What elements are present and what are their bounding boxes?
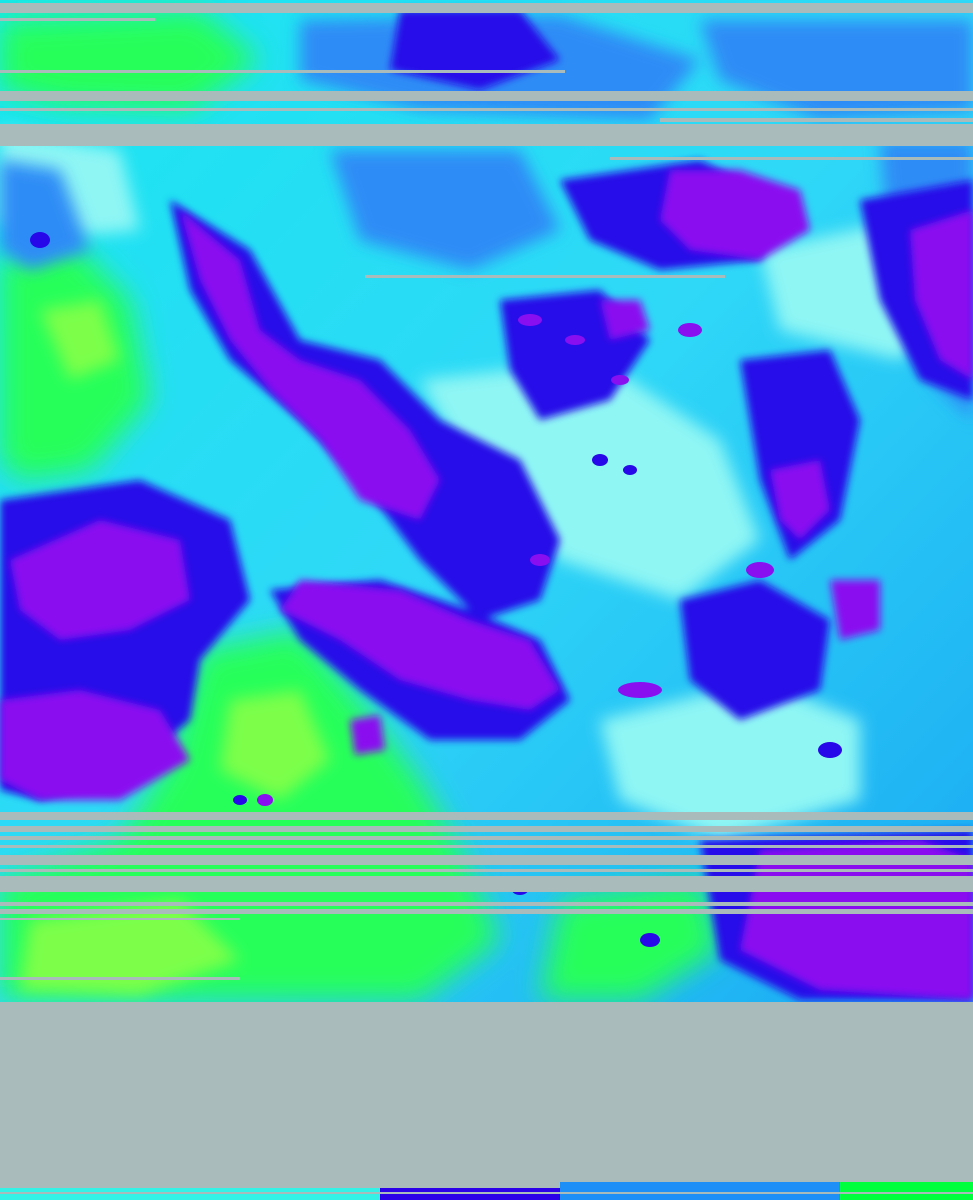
satellite-image [0,0,973,1200]
bottom-strip [0,1180,973,1200]
cloud-field [0,0,973,1005]
